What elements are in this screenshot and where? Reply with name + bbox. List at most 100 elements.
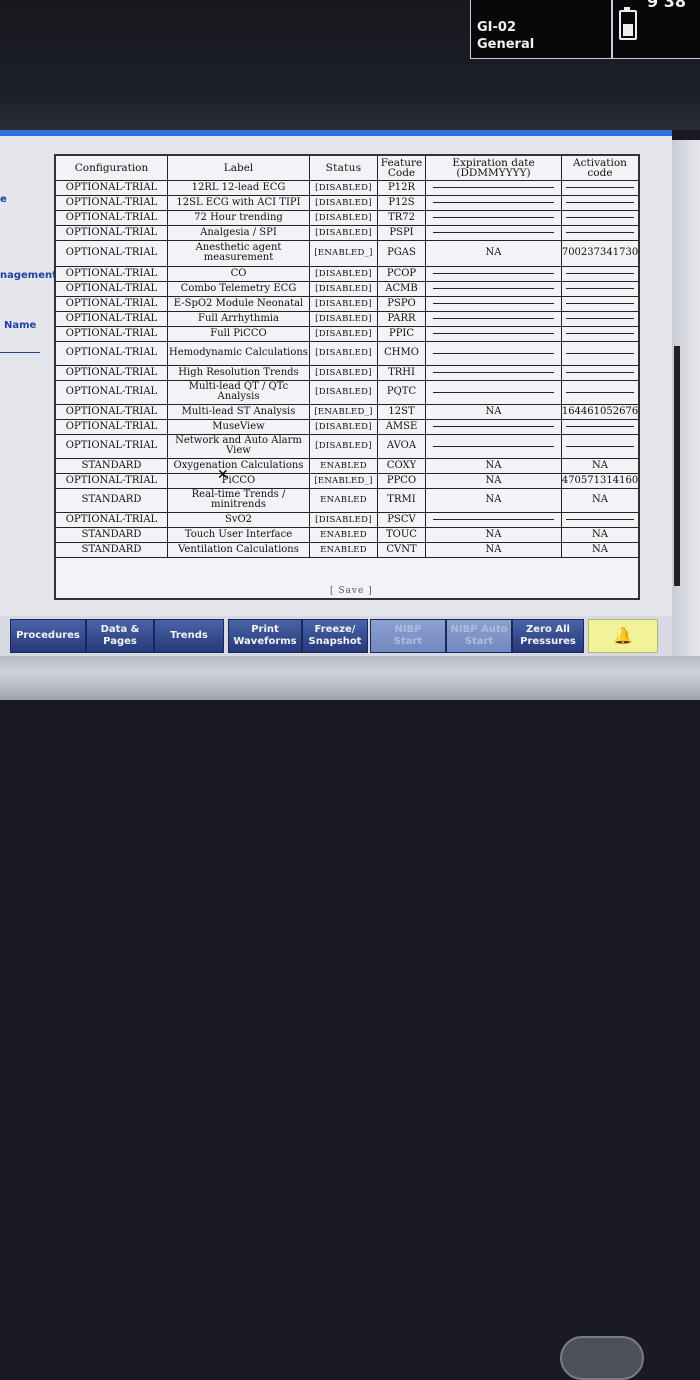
empty-field-line	[432, 217, 555, 218]
empty-field-line	[432, 445, 555, 447]
left-menu-item-name[interactable]: Name	[4, 320, 36, 331]
row-activation-code[interactable]	[562, 434, 638, 458]
row-expiration-date[interactable]	[426, 281, 562, 296]
row-expiration-date[interactable]	[426, 296, 562, 311]
table-row[interactable]: OPTIONAL-TRIAL MuseView [DISABLED] AMSE	[56, 419, 638, 435]
table-row[interactable]: OPTIONAL-TRIAL SvO2 [DISABLED] PSCV	[56, 512, 638, 528]
row-expiration-date[interactable]	[426, 341, 562, 365]
table-row[interactable]: OPTIONAL-TRIAL 12RL 12-lead ECG [DISABLED]…	[56, 180, 638, 196]
row-expiration-date[interactable]: NA	[426, 527, 562, 542]
trim-knob[interactable]	[560, 1336, 644, 1380]
empty-field-line	[565, 372, 635, 373]
table-row[interactable]: OPTIONAL-TRIAL Multi-lead QT / QTc Analys…	[56, 380, 638, 405]
table-row[interactable]: OPTIONAL-TRIAL Anesthetic agent measureme…	[56, 240, 638, 267]
row-activation-code[interactable]	[562, 380, 638, 404]
table-row[interactable]: OPTIONAL-TRIAL Full Arrhythmia [DISABLED] P…	[56, 311, 638, 327]
row-expiration-date[interactable]	[426, 311, 562, 326]
row-status: [DISABLED]	[310, 296, 378, 311]
procedures-button[interactable]: Procedures	[10, 619, 86, 653]
row-expiration-date[interactable]	[426, 380, 562, 404]
nibp-auto-start-button[interactable]: NIBP Auto Start	[446, 619, 512, 653]
trends-button[interactable]: Trends	[154, 619, 224, 653]
row-expiration-date[interactable]: NA	[426, 488, 562, 512]
row-activation-code[interactable]	[562, 311, 638, 326]
clock-time: 9 38	[647, 0, 686, 11]
empty-field-line	[565, 426, 635, 427]
row-expiration-date[interactable]: NA	[426, 240, 562, 266]
row-activation-code[interactable]	[562, 512, 638, 527]
bed-label-box: GI-02 General	[470, 0, 612, 59]
row-activation-code[interactable]	[562, 326, 638, 341]
row-activation-code[interactable]	[562, 281, 638, 296]
empty-field-line	[432, 426, 555, 427]
table-row[interactable]: OPTIONAL-TRIAL Hemodynamic Calculations [D…	[56, 341, 638, 366]
row-expiration-date[interactable]: NA	[426, 458, 562, 473]
table-row[interactable]: OPTIONAL-TRIAL E-SpO2 Module Neonatal [DIS…	[56, 296, 638, 312]
row-expiration-date[interactable]	[426, 225, 562, 240]
row-label: Multi-lead QT / QTc Analysis	[168, 380, 310, 404]
row-expiration-date[interactable]	[426, 195, 562, 210]
row-status: [ENABLED_]	[310, 404, 378, 419]
left-menu-item-1[interactable]: e	[0, 194, 7, 205]
row-activation-code[interactable]: NA	[562, 527, 638, 542]
row-status: [DISABLED]	[310, 326, 378, 341]
print-waveforms-button[interactable]: Print Waveforms	[228, 619, 302, 653]
row-activation-code[interactable]	[562, 341, 638, 365]
row-expiration-date[interactable]: NA	[426, 473, 562, 488]
row-activation-code[interactable]	[562, 419, 638, 434]
row-expiration-date[interactable]	[426, 434, 562, 458]
nibp-start-button[interactable]: NIBP Start	[370, 619, 446, 653]
row-activation-code[interactable]: 164461052676	[562, 404, 638, 419]
table-row[interactable]: STANDARD Touch User Interface ENABLED TOUC N…	[56, 527, 638, 543]
row-expiration-date[interactable]	[426, 365, 562, 380]
row-expiration-date[interactable]	[426, 326, 562, 341]
row-expiration-date[interactable]: NA	[426, 404, 562, 419]
row-activation-code[interactable]	[562, 195, 638, 210]
save-button[interactable]: [ Save ]	[330, 586, 373, 596]
row-label: 12SL ECG with ACI TIPI	[168, 195, 310, 210]
table-row[interactable]: OPTIONAL-TRIAL Combo Telemetry ECG [DISABL…	[56, 281, 638, 297]
row-activation-code[interactable]: NA	[562, 488, 638, 512]
row-activation-code[interactable]	[562, 225, 638, 240]
zero-all-pressures-button[interactable]: Zero All Pressures	[512, 619, 584, 653]
row-expiration-date[interactable]	[426, 266, 562, 281]
alarm-silence-button[interactable]: 🔔	[588, 619, 658, 653]
table-row[interactable]: STANDARD Real-time Trends / minitrends ENA…	[56, 488, 638, 513]
row-status: [DISABLED]	[310, 195, 378, 210]
freeze-snapshot-button[interactable]: Freeze/ Snapshot	[302, 619, 368, 653]
table-row[interactable]: OPTIONAL-TRIAL Multi-lead ST Analysis [ENA…	[56, 404, 638, 420]
row-activation-code[interactable]: NA	[562, 458, 638, 473]
table-row[interactable]: OPTIONAL-TRIAL PiCCO [ENABLED_] PPCO NA 47057…	[56, 473, 638, 489]
table-row[interactable]: OPTIONAL-TRIAL 12SL ECG with ACI TIPI [DIS…	[56, 195, 638, 211]
row-activation-code[interactable]	[562, 266, 638, 281]
row-activation-code[interactable]	[562, 296, 638, 311]
row-configuration: STANDARD	[56, 488, 168, 512]
row-label: Real-time Trends / minitrends	[168, 488, 310, 512]
row-expiration-date[interactable]	[426, 419, 562, 434]
table-row[interactable]: OPTIONAL-TRIAL 72 Hour trending [DISABLED]…	[56, 210, 638, 226]
table-row[interactable]: OPTIONAL-TRIAL High Resolution Trends [DIS…	[56, 365, 638, 381]
row-activation-code[interactable]	[562, 365, 638, 380]
row-activation-code[interactable]	[562, 180, 638, 195]
table-row[interactable]: OPTIONAL-TRIAL Full PiCCO [DISABLED] PPIC	[56, 326, 638, 342]
row-configuration: STANDARD	[56, 527, 168, 542]
table-row[interactable]: OPTIONAL-TRIAL Analgesia / SPI [DISABLED] P…	[56, 225, 638, 241]
row-label: Analgesia / SPI	[168, 225, 310, 240]
row-expiration-date[interactable]	[426, 512, 562, 527]
row-expiration-date[interactable]: NA	[426, 542, 562, 557]
data-pages-button[interactable]: Data & Pages	[86, 619, 154, 653]
row-configuration: OPTIONAL-TRIAL	[56, 326, 168, 341]
table-row[interactable]: OPTIONAL-TRIAL Network and Auto Alarm Vie…	[56, 434, 638, 459]
row-configuration: OPTIONAL-TRIAL	[56, 180, 168, 195]
row-activation-code[interactable]: NA	[562, 542, 638, 557]
row-expiration-date[interactable]	[426, 180, 562, 195]
row-activation-code[interactable]: 470571314160	[562, 473, 638, 488]
row-activation-code[interactable]	[562, 210, 638, 225]
row-expiration-date[interactable]	[426, 210, 562, 225]
table-scrollbar[interactable]	[674, 346, 680, 586]
table-row[interactable]: STANDARD Ventilation Calculations ENABLED C…	[56, 542, 638, 558]
row-activation-code[interactable]: 700237341730	[562, 240, 638, 266]
table-row[interactable]: STANDARD Oxygenation Calculations ENABLED C…	[56, 458, 638, 474]
left-menu-item-management[interactable]: nagement	[0, 270, 57, 281]
table-row[interactable]: OPTIONAL-TRIAL CO [DISABLED] PCOP	[56, 266, 638, 282]
